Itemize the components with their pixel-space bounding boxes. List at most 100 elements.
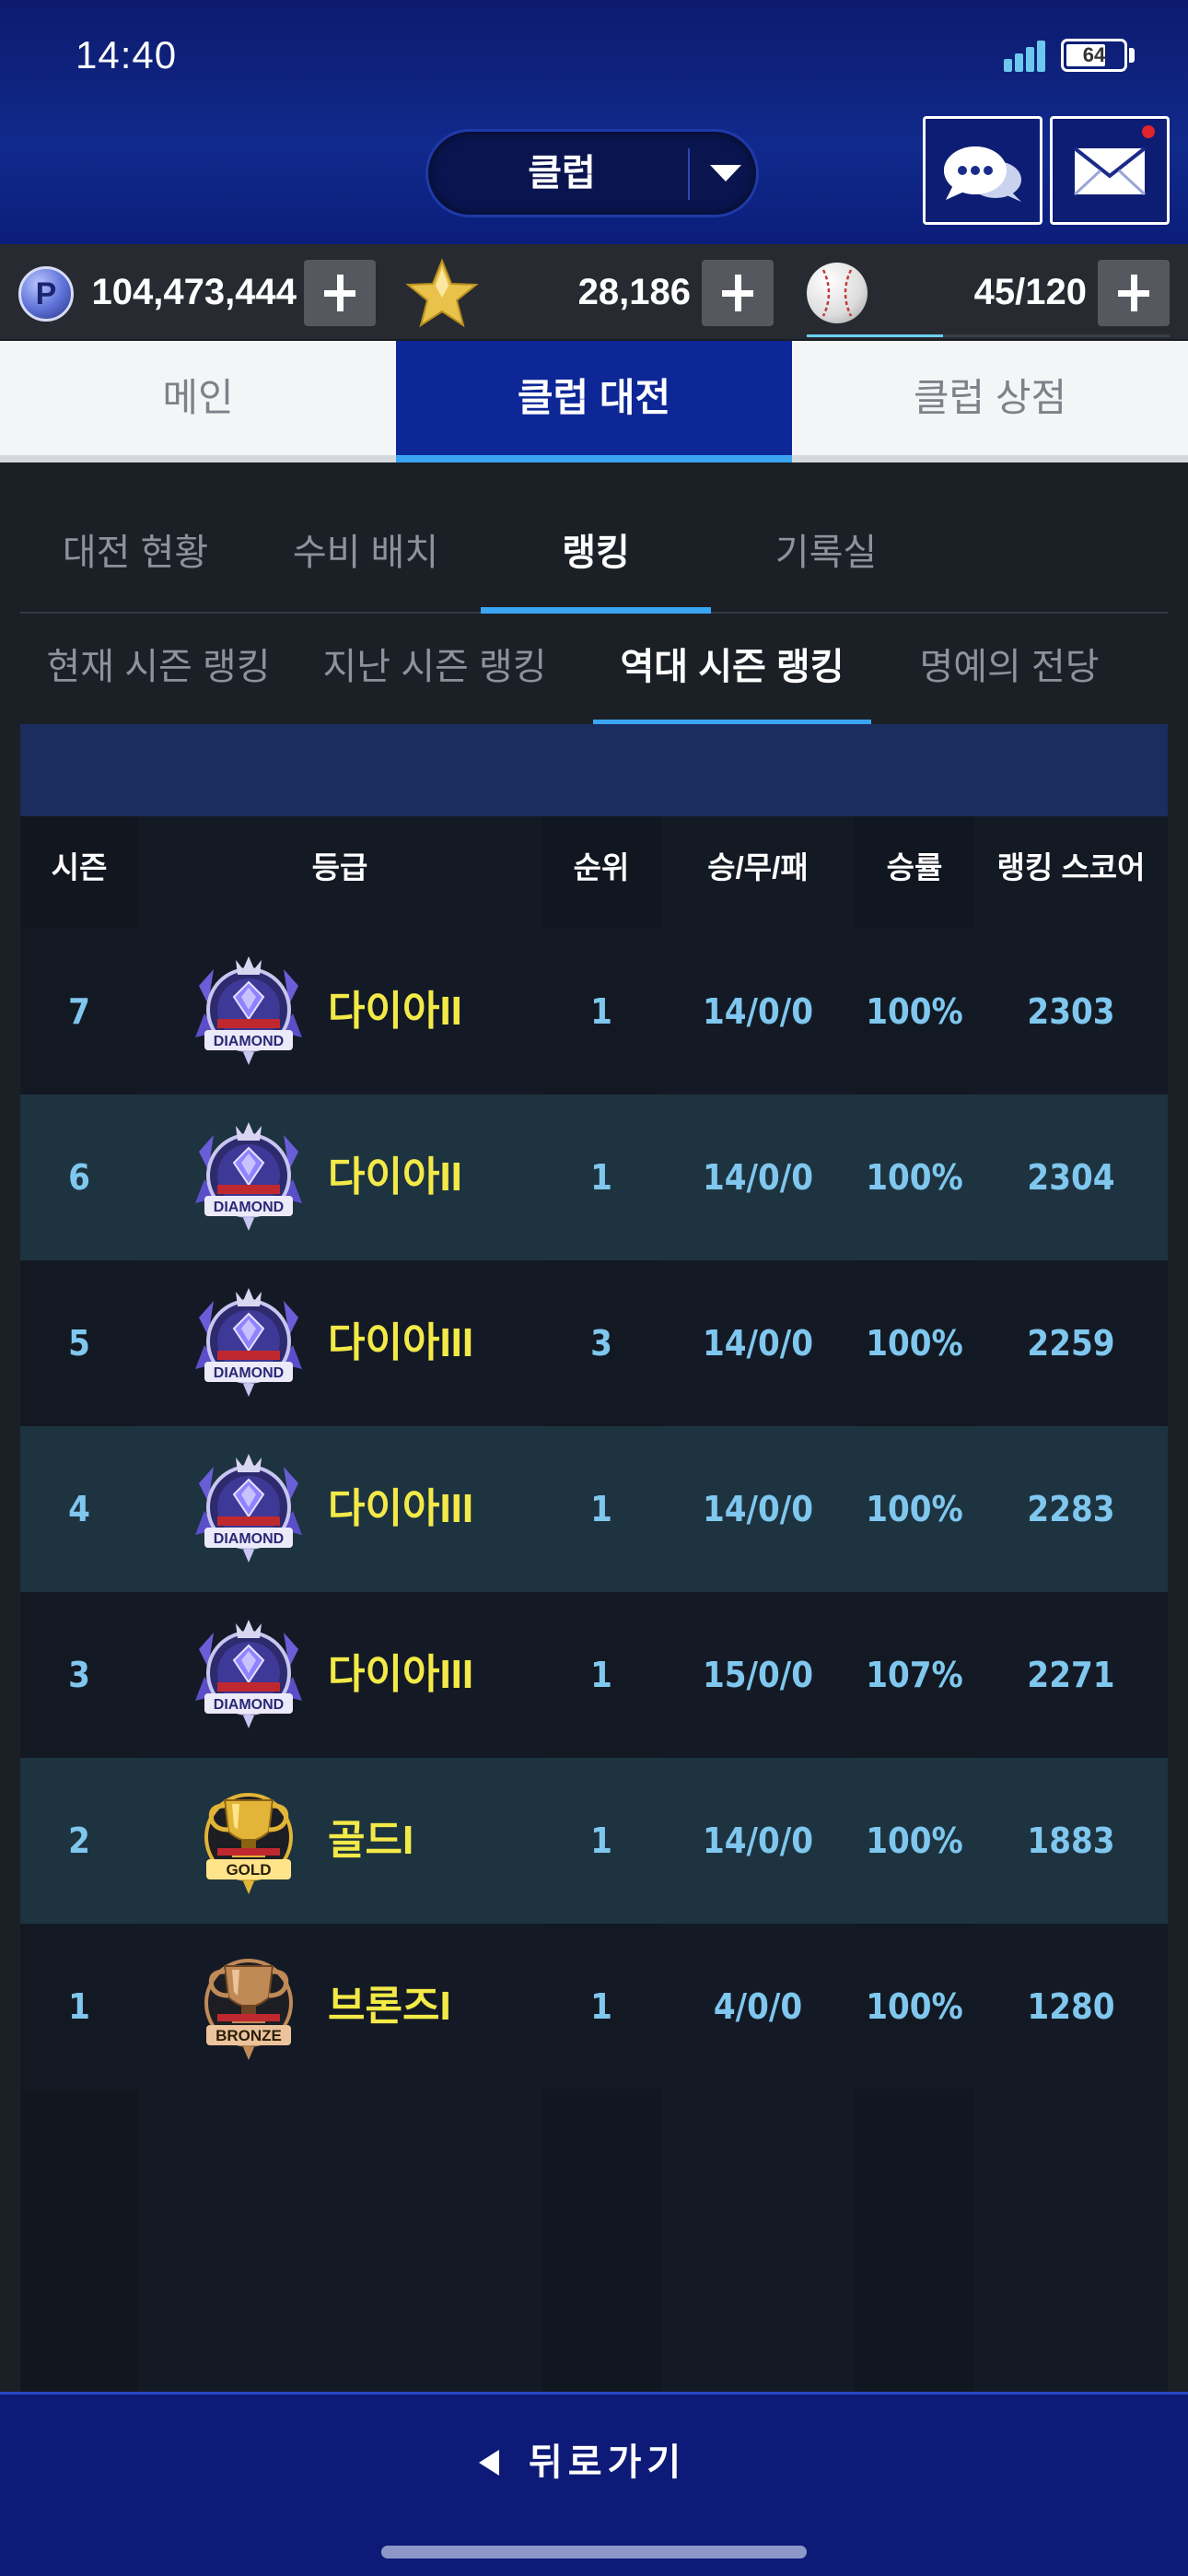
home-indicator[interactable] (381, 2546, 807, 2558)
header-ranking-score: 랭킹 스코어 (996, 850, 1146, 884)
win-rate-cell: 107% (866, 1655, 963, 1695)
ranking-score-cell: 2271 (1027, 1655, 1115, 1695)
sub-tabs: 대전 현황 수비 배치 랭킹 기록실 (20, 499, 1168, 614)
win-rate-cell: 100% (866, 1323, 963, 1364)
star-icon (405, 258, 479, 328)
stamina-progress (807, 334, 1170, 337)
tab-battle-status[interactable]: 대전 현황 (20, 499, 250, 614)
battery-cap (1129, 48, 1135, 63)
rank-cell: 1 (590, 991, 612, 1032)
win-rate-cell: 100% (866, 1489, 963, 1529)
table-row: 7 1 14/0/0 100% 2303 DIAMOND 다이아II (20, 929, 1168, 1095)
header-win-rate: 승률 (886, 850, 943, 884)
win-rate-cell: 100% (866, 1157, 963, 1198)
points-icon: P (18, 266, 74, 322)
table-row: 2 1 14/0/0 100% 1883 GOLD 골드I (20, 1758, 1168, 1924)
grade-cell: DIAMOND 다이아III (146, 1592, 554, 1758)
back-button[interactable]: 뒤로가기 (479, 2435, 709, 2490)
rank-cell: 1 (590, 1157, 612, 1198)
season-cell: 7 (68, 991, 90, 1032)
season-cell: 6 (68, 1157, 90, 1198)
tab-club-shop[interactable]: 클럽 상점 (792, 341, 1188, 463)
battery-level: 64 (1082, 43, 1106, 66)
signal-icon (1004, 39, 1048, 72)
status-time: 14:40 (76, 33, 178, 76)
diamond-badge-icon: DIAMOND (190, 1115, 308, 1240)
points-value: 104,473,444 (91, 272, 297, 312)
record-cell: 14/0/0 (702, 1323, 814, 1364)
stamina-progress-fill (807, 334, 943, 337)
grade-cell: DIAMOND 다이아III (146, 1260, 554, 1426)
season-cell: 4 (68, 1489, 90, 1529)
table-header: 시즌 등급 순위 승/무/패 승률 랭킹 스코어 (20, 816, 1168, 919)
grade-name: 브론즈I (328, 1984, 451, 2029)
rank-cell: 1 (590, 1821, 612, 1861)
svg-text:DIAMOND: DIAMOND (214, 1531, 284, 1547)
grade-name: 다이아II (328, 989, 462, 1034)
season-cell: 2 (68, 1821, 90, 1861)
grade-cell: GOLD 골드I (146, 1758, 554, 1924)
season-cell: 1 (68, 1986, 90, 2027)
header-grade: 등급 (311, 850, 368, 884)
chat-button[interactable] (923, 116, 1042, 225)
diamond-badge-icon: DIAMOND (190, 949, 308, 1074)
stamina-value: 45/120 (973, 272, 1087, 312)
season-cell: 3 (68, 1655, 90, 1695)
grade-name: 다이아III (328, 1320, 474, 1365)
diamond-badge-icon: DIAMOND (190, 1612, 308, 1738)
table-row: 1 1 4/0/0 100% 1280 BRONZE 브론즈I (20, 1924, 1168, 2090)
chat-icon (944, 146, 1021, 202)
tab-defense-setup[interactable]: 수비 배치 (250, 499, 481, 614)
grade-name: 다이아III (328, 1486, 474, 1531)
header-season: 시즌 (51, 850, 108, 884)
diamond-badge-icon: DIAMOND (190, 1281, 308, 1406)
tab-ranking[interactable]: 랭킹 (481, 499, 711, 614)
ranking-score-cell: 2304 (1027, 1157, 1115, 1198)
tab-current-season-ranking[interactable]: 현재 시즌 랭킹 (20, 614, 297, 726)
battery-icon: 64 (1061, 39, 1127, 72)
club-dropdown-divider (688, 148, 690, 200)
record-cell: 14/0/0 (702, 991, 814, 1032)
win-rate-cell: 100% (866, 1986, 963, 2027)
grade-cell: BRONZE 브론즈I (146, 1924, 554, 2090)
table-banner (20, 724, 1168, 816)
grade-name: 다이아III (328, 1652, 474, 1697)
svg-text:BRONZE: BRONZE (215, 2027, 282, 2044)
grade-cell: DIAMOND 다이아III (146, 1426, 554, 1592)
tab-last-season-ranking[interactable]: 지난 시즌 랭킹 (297, 614, 573, 726)
win-rate-cell: 100% (866, 991, 963, 1032)
chevron-down-icon (710, 165, 741, 181)
tab-all-time-ranking[interactable]: 역대 시즌 랭킹 (593, 614, 871, 726)
tab-club-battle[interactable]: 클럽 대전 (396, 341, 792, 463)
ranking-score-cell: 2283 (1027, 1489, 1115, 1529)
win-rate-cell: 100% (866, 1821, 963, 1861)
ranking-score-cell: 2259 (1027, 1323, 1115, 1364)
record-cell: 14/0/0 (702, 1489, 814, 1529)
mail-notification-dot (1142, 125, 1155, 138)
tab-main[interactable]: 메인 (0, 341, 396, 463)
ranking-score-cell: 1883 (1027, 1821, 1115, 1861)
bronze-badge-icon: BRONZE (190, 1944, 308, 2069)
rank-cell: 3 (590, 1323, 612, 1364)
svg-text:DIAMOND: DIAMOND (214, 1697, 284, 1713)
bottom-bar: 뒤로가기 (0, 2392, 1188, 2576)
stars-value: 28,186 (577, 272, 691, 312)
add-points-button[interactable] (304, 260, 376, 326)
content-area: 대전 현황 수비 배치 랭킹 기록실 현재 시즌 랭킹 지난 시즌 랭킹 역대 … (0, 463, 1188, 2392)
club-dropdown-label: 클럽 (528, 153, 596, 193)
header-record: 승/무/패 (707, 850, 809, 884)
add-stamina-button[interactable] (1098, 260, 1170, 326)
svg-text:DIAMOND: DIAMOND (214, 1365, 284, 1381)
table-row: 3 1 15/0/0 107% 2271 DIAMOND 다이아III (20, 1592, 1168, 1758)
diamond-badge-icon: DIAMOND (190, 1446, 308, 1572)
add-stars-button[interactable] (702, 260, 774, 326)
rank-cell: 1 (590, 1489, 612, 1529)
svg-text:DIAMOND: DIAMOND (214, 1200, 284, 1215)
tab-hall-of-fame[interactable]: 명예의 전당 (871, 614, 1147, 726)
tab-records[interactable]: 기록실 (711, 499, 941, 614)
club-dropdown[interactable]: 클럽 (425, 129, 759, 217)
back-button-label: 뒤로가기 (529, 2442, 687, 2483)
season-cell: 5 (68, 1323, 90, 1364)
grade-cell: DIAMOND 다이아II (146, 1095, 554, 1260)
ranking-table: 시즌 등급 순위 승/무/패 승률 랭킹 스코어 7 1 14/0/0 100% 230… (20, 724, 1168, 2392)
